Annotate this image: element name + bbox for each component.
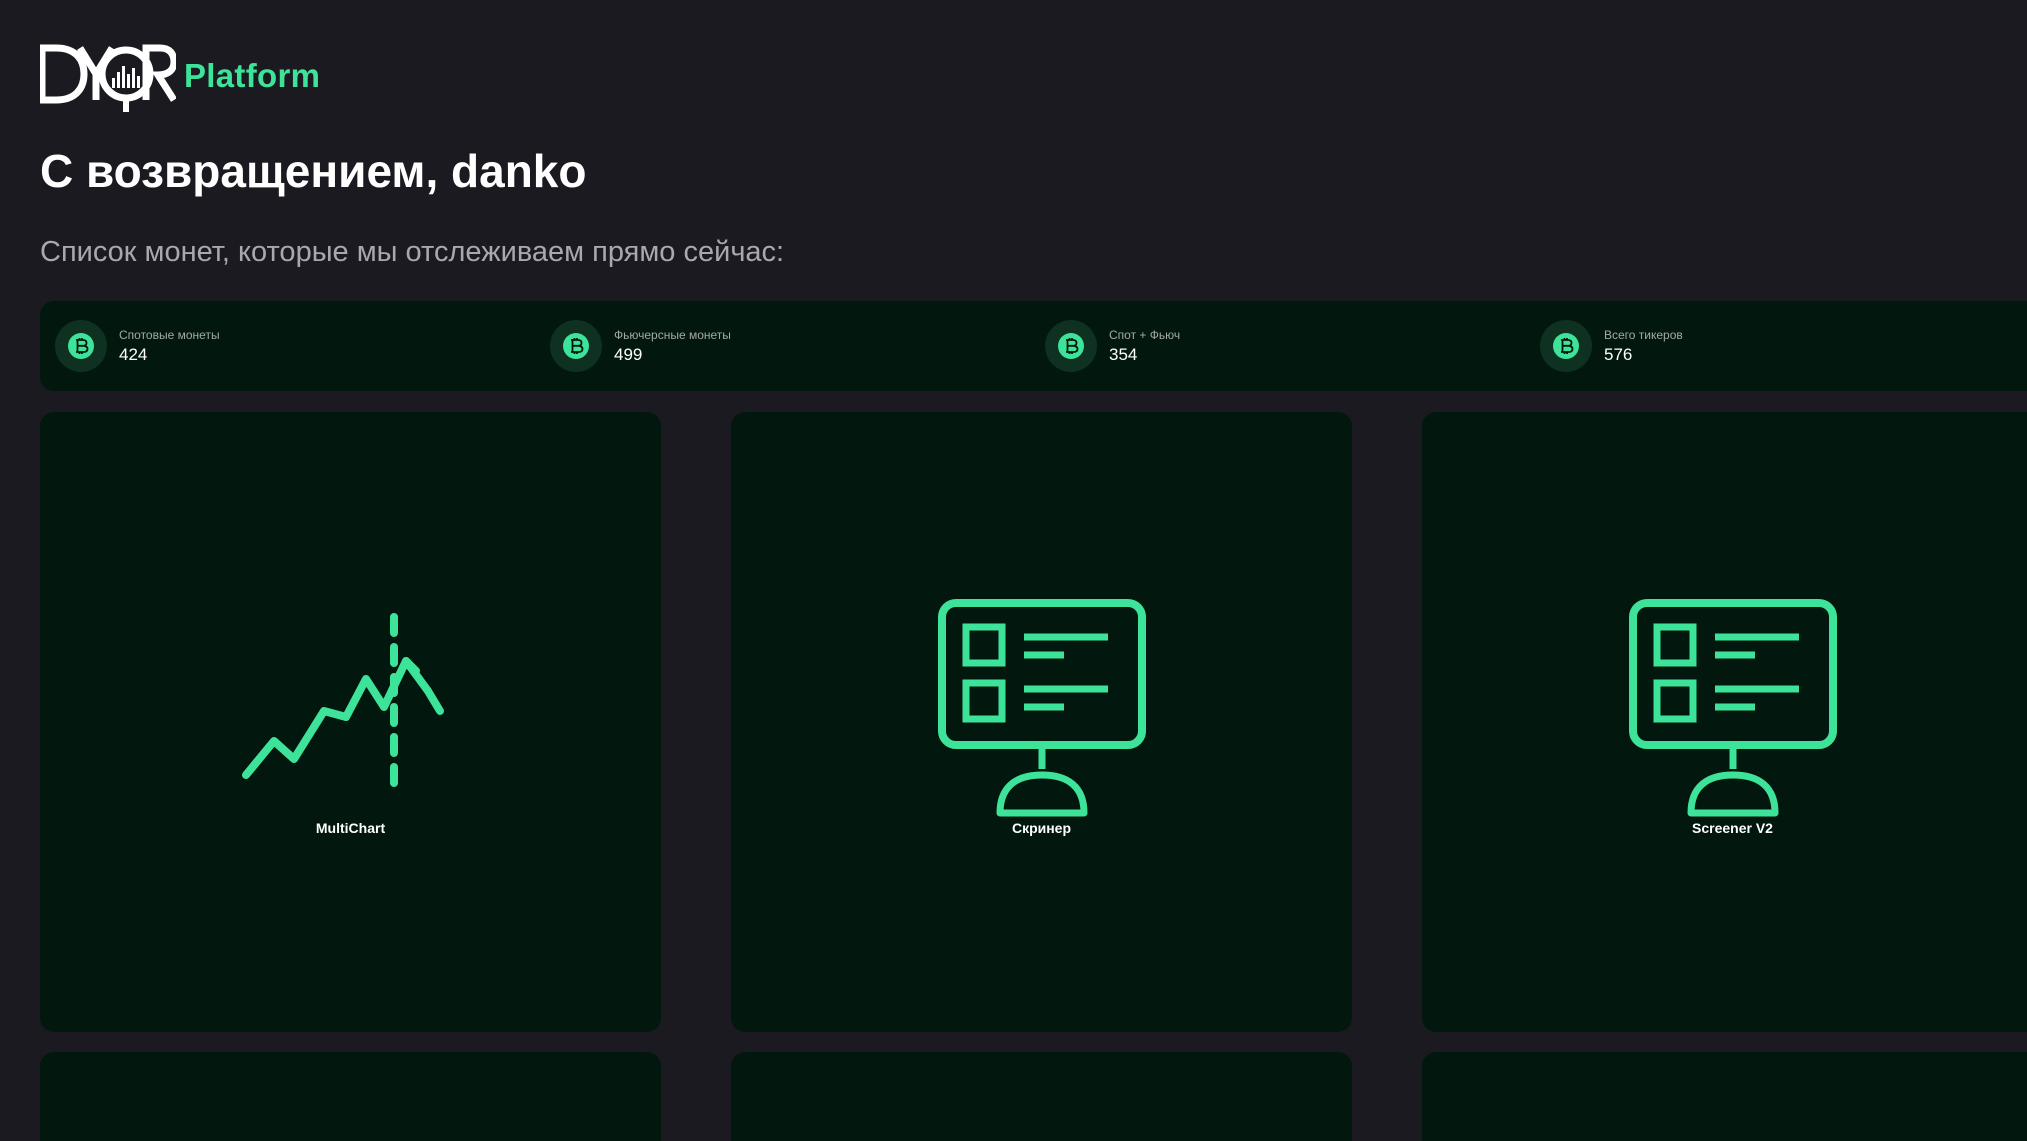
stat-label: Спот + Фьюч [1109, 327, 1181, 342]
card-row2-1[interactable] [40, 1052, 661, 1141]
page-title: С возвращением, danko [40, 145, 587, 197]
card-row2-3[interactable] [1422, 1052, 2027, 1141]
stat-value: 499 [614, 344, 643, 364]
card-row2-2[interactable] [731, 1052, 1352, 1141]
stat-value: 354 [1109, 344, 1138, 364]
bitcoin-icon [1045, 320, 1097, 372]
dashboard-page: Platform С возвращением, danko Список мо… [0, 0, 2027, 1141]
stat-label: Спотовые монеты [119, 327, 220, 342]
stat-value: 424 [119, 344, 148, 364]
card-title: Screener V2 [1692, 820, 1773, 836]
dyor-logo-mark [40, 44, 176, 112]
stat-futures-coins: Фьючерсные монеты 499 [550, 320, 731, 372]
page-subtitle: Список монет, которые мы отслеживаем пря… [40, 236, 785, 268]
platform-label: Platform [184, 57, 321, 94]
stat-label: Фьючерсные монеты [614, 327, 731, 342]
card-screener[interactable]: Скринер [731, 412, 1352, 1032]
card-screener-v2[interactable]: Screener V2 [1422, 412, 2027, 1032]
stat-label: Всего тикеров [1604, 327, 1683, 342]
bitcoin-icon [550, 320, 602, 372]
stat-value: 576 [1604, 344, 1633, 364]
bitcoin-icon [55, 320, 107, 372]
brand-logo[interactable]: Platform [40, 38, 320, 114]
stat-total-tickers: Всего тикеров 576 [1540, 320, 1683, 372]
card-title: Скринер [1011, 820, 1072, 836]
card-multichart[interactable]: MultiChart [40, 412, 661, 1032]
monitor-icon [938, 599, 1146, 817]
monitor-icon [1629, 599, 1837, 817]
bitcoin-icon [1540, 320, 1592, 372]
chart-line-icon [242, 613, 444, 791]
card-title: MultiChart [315, 820, 386, 836]
stat-spot-futures: Спот + Фьюч 354 [1045, 320, 1180, 372]
coin-stats-bar: Спотовые монеты 424 Фьючерсные монеты 49… [40, 301, 2027, 391]
stat-spot-coins: Спотовые монеты 424 [55, 320, 220, 372]
